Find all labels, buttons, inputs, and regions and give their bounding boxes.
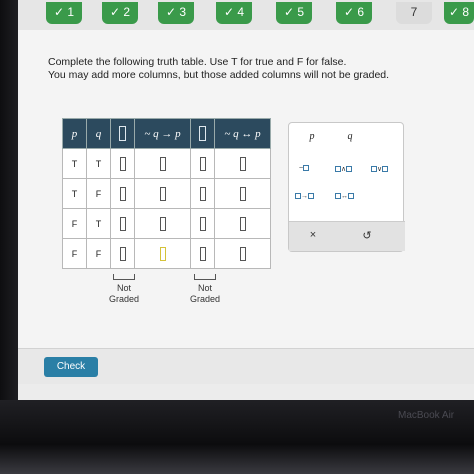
not-graded-brace-1 <box>113 274 135 280</box>
header-q: q <box>86 118 111 149</box>
instructions-line-2: You may add more columns, but those adde… <box>48 69 390 81</box>
table-row: T T <box>62 148 271 179</box>
conditional-symbol: → <box>301 193 308 200</box>
answer-slot[interactable] <box>190 238 215 269</box>
palette-biconditional-button[interactable]: ↔ <box>335 193 354 200</box>
header-conditional: ~ q → p <box>134 118 191 149</box>
instructions: Complete the following truth table. Use … <box>48 56 468 82</box>
table-row: F F <box>62 238 271 269</box>
answer-slot[interactable] <box>134 238 191 269</box>
progress-step-8[interactable]: ✓ 8 <box>444 2 474 24</box>
palette-and-button[interactable]: ∧ <box>335 165 353 173</box>
palette-footer: × ↺ <box>289 221 405 251</box>
clear-icon[interactable]: × <box>303 229 323 241</box>
header-extra-column-2[interactable] <box>190 118 215 149</box>
table-row: F T <box>62 208 271 239</box>
answer-slot[interactable] <box>110 148 135 179</box>
palette-conditional-button[interactable]: → <box>295 193 314 200</box>
palette-q-button[interactable]: q <box>335 131 365 142</box>
answer-slot[interactable] <box>214 148 271 179</box>
header-extra-column-1[interactable] <box>110 118 135 149</box>
answer-slot[interactable] <box>190 178 215 209</box>
header-p: p <box>62 118 87 149</box>
cell-q: T <box>86 148 111 179</box>
answer-slot[interactable] <box>134 178 191 209</box>
biconditional-symbol: ↔ <box>341 193 348 200</box>
undo-icon[interactable]: ↺ <box>357 229 377 242</box>
cell-p: T <box>62 178 87 209</box>
answer-slot[interactable] <box>134 208 191 239</box>
bottom-bar: Check <box>18 348 474 384</box>
not-graded-label-1: Not Graded <box>108 283 140 304</box>
truth-table-header: p q ~ q → p ~ q ↔ p <box>62 118 271 149</box>
check-button[interactable]: Check <box>44 357 98 377</box>
cell-p: F <box>62 238 87 269</box>
progress-bar: ✓ 1 ✓ 2 ✓ 3 ✓ 4 ✓ 5 ✓ 6 7 ✓ 8 <box>18 0 474 30</box>
header-biconditional: ~ q ↔ p <box>214 118 271 149</box>
answer-slot[interactable] <box>214 238 271 269</box>
progress-step-7[interactable]: 7 <box>396 2 432 24</box>
progress-step-6[interactable]: ✓ 6 <box>336 2 372 24</box>
progress-step-5[interactable]: ✓ 5 <box>276 2 312 24</box>
cell-q: F <box>86 178 111 209</box>
answer-slot[interactable] <box>134 148 191 179</box>
table-row: T F <box>62 178 271 209</box>
palette-p-button[interactable]: p <box>297 131 327 142</box>
palette-not-button[interactable]: ~ <box>299 165 310 172</box>
palette-or-button[interactable]: ∨ <box>371 165 389 173</box>
cell-p: T <box>62 148 87 179</box>
screen: ✓ 1 ✓ 2 ✓ 3 ✓ 4 ✓ 5 ✓ 6 7 ✓ 8 Complete t… <box>18 0 474 410</box>
answer-slot[interactable] <box>110 178 135 209</box>
progress-step-4[interactable]: ✓ 4 <box>216 2 252 24</box>
answer-slot[interactable] <box>110 238 135 269</box>
not-graded-brace-2 <box>194 274 216 280</box>
progress-step-1[interactable]: ✓ 1 <box>46 2 82 24</box>
question-content: Complete the following truth table. Use … <box>18 30 474 360</box>
symbol-palette: p q ~ ∧ ∨ → ↔ × ↺ <box>288 122 405 252</box>
progress-step-3[interactable]: ✓ 3 <box>158 2 194 24</box>
instructions-line-1: Complete the following truth table. Use … <box>48 56 347 68</box>
answer-slot[interactable] <box>214 178 271 209</box>
cell-q: T <box>86 208 111 239</box>
cell-q: F <box>86 238 111 269</box>
not-graded-label-2: Not Graded <box>189 283 221 304</box>
answer-slot[interactable] <box>214 208 271 239</box>
answer-slot[interactable] <box>190 148 215 179</box>
truth-table: p q ~ q → p ~ q ↔ p T T T F F T F F <box>62 118 271 269</box>
answer-slot[interactable] <box>190 208 215 239</box>
progress-step-2[interactable]: ✓ 2 <box>102 2 138 24</box>
cell-p: F <box>62 208 87 239</box>
device-brand: MacBook Air <box>398 410 455 421</box>
answer-slot[interactable] <box>110 208 135 239</box>
